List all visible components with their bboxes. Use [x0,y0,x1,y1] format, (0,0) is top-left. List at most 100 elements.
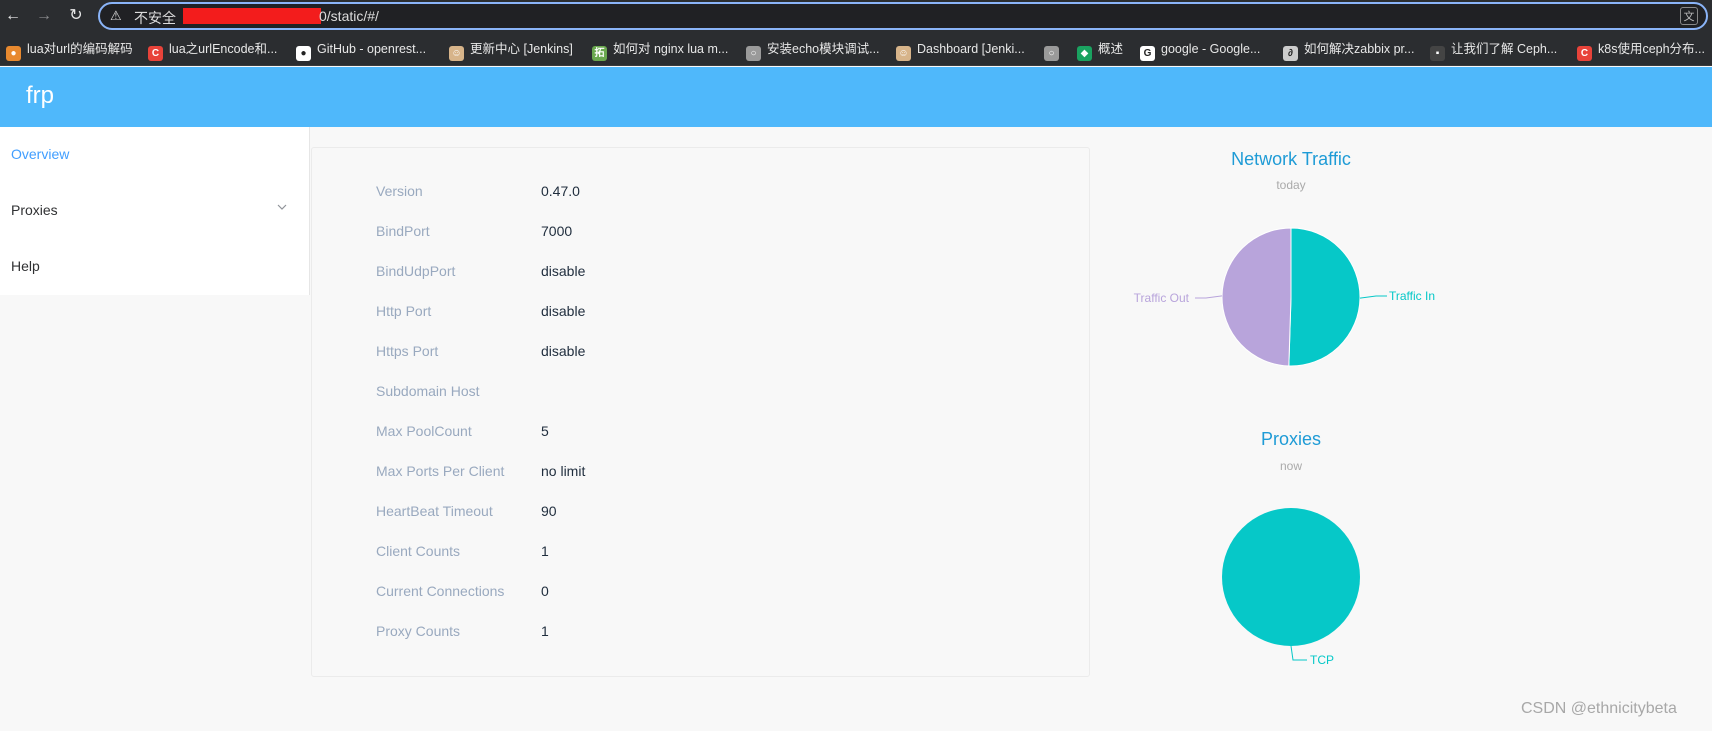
network-traffic-pie: Traffic In Traffic Out [1134,227,1435,367]
info-key: BindPort [376,223,430,239]
pie-slice[interactable] [1222,508,1360,646]
info-row: Client Counts 1 [312,533,1091,573]
pie-label-line [1359,295,1387,299]
bookmark-item[interactable]: ☺ 更新中心 [Jenkins] [449,40,573,61]
info-row: Http Port disable [312,293,1091,333]
info-row: HeartBeat Timeout 90 [312,493,1091,533]
info-row: Subdomain Host [312,373,1091,413]
info-key: Proxy Counts [376,623,461,639]
info-row: Current Connections 0 [312,573,1091,613]
bookmark-item[interactable]: ● GitHub - openrest... [296,40,427,61]
orange-swirl-icon: ● [6,46,21,61]
bookmark-label: 概述 [1098,42,1124,56]
info-key: Http Port [376,303,432,319]
bookmark-label: lua对url的编码解码 [27,42,133,56]
bookmark-item[interactable]: Ck8s使用ceph分布... [1577,40,1705,61]
sidebar-item-label: Help [11,258,40,274]
bookmark-label: 安装echo模块调试... [767,42,880,56]
info-key: BindUdpPort [376,263,456,279]
sidebar-item-overview[interactable]: Overview [0,127,310,183]
chart-subtitle: now [1279,459,1302,473]
info-key: Client Counts [376,543,461,559]
chevron-down-icon [277,204,287,210]
info-value: 7000 [541,223,573,239]
proxies-pie: TCP [1222,508,1360,667]
bookmark-item[interactable]: ∂ 如何解决zabbix pr... [1283,40,1415,61]
bookmark-item[interactable]: ▪ 让我们了解 Ceph... [1430,40,1558,61]
chart-title: Network Traffic [1231,149,1351,169]
server-info-panel: Version 0.47.0 BindPort 7000 BindUdpPort disa… [311,147,1090,677]
pie-label-line [1195,295,1223,299]
info-row: Https Port disable [312,333,1091,373]
info-value: no limit [541,463,586,479]
pie-slice[interactable] [1221,227,1292,367]
security-label: 不安全 [134,10,176,26]
bookmark-item[interactable]: ● lua对url的编码解码 [6,40,133,61]
sidebar-item-help[interactable]: Help [0,239,310,295]
bookmark-item[interactable]: ☺ Dashboard [Jenki... [896,40,1025,61]
watermark: CSDN @ethnicitybeta [1521,700,1677,717]
pie-label-line [1290,645,1307,661]
zabbix-icon: ∂ [1283,46,1298,61]
translate-icon[interactable]: 文 [1680,7,1698,25]
bookmark-item[interactable]: 拓如何对 nginx lua m... [592,40,729,61]
sidebar-item-label: Proxies [11,202,58,218]
csdn-icon: C [1577,46,1592,61]
bookmark-item[interactable]: ○ 安装echo模块调试... [746,40,880,61]
bookmark-label: google - Google... [1161,42,1261,56]
address-bar[interactable]: ⚠ 不安全 0/static/#/ 文 [98,2,1708,30]
info-value: disable [541,263,586,279]
sidebar-item-label: Overview [11,146,70,162]
info-value: 90 [541,503,557,519]
sidebar: Overview Proxies Help [0,127,310,295]
jenkins-icon: ☺ [449,46,464,61]
pie-label: TCP [1310,653,1334,667]
info-key: Version [376,183,423,199]
info-row: BindUdpPort disable [312,253,1091,293]
info-key: Https Port [376,343,439,359]
dark-icon: ▪ [1430,46,1445,61]
bookmark-item[interactable]: Ggoogle - Google... [1140,40,1261,61]
pie-label: Traffic In [1389,289,1435,303]
bookmark-item[interactable]: Clua之urlEncode和... [148,40,278,61]
info-key: Max PoolCount [376,423,472,439]
green-leaf-icon: ◆ [1077,46,1092,61]
browser-toolbar: ← → ↻ ⚠ 不安全 0/static/#/ 文 [0,0,1712,32]
info-key: Current Connections [376,583,505,599]
chart-title: Proxies [1260,429,1322,449]
info-key: HeartBeat Timeout [376,503,493,519]
google-icon: G [1140,46,1155,61]
bookmark-label: 如何解决zabbix pr... [1304,42,1415,56]
info-row: BindPort 7000 [312,213,1091,253]
forward-arrow-icon[interactable]: → [34,6,54,26]
github-icon: ● [296,46,311,61]
bookmark-label: GitHub - openrest... [317,42,427,56]
info-value: 1 [541,543,549,559]
green-square-icon: 拓 [592,46,607,61]
info-value: disable [541,303,586,319]
warning-triangle-icon: ⚠ [110,8,122,23]
bookmark-label: lua之urlEncode和... [169,42,278,56]
reload-icon[interactable]: ↻ [66,6,86,26]
info-row: Max Ports Per Client no limit [312,453,1091,493]
app-logo[interactable]: frp [26,81,54,111]
info-value: 0 [541,583,549,599]
globe-icon: ○ [1044,46,1059,61]
csdn-icon: C [148,46,163,61]
info-value: 5 [541,423,549,439]
back-arrow-icon[interactable]: ← [3,6,23,26]
bookmark-label: 如何对 nginx lua m... [613,42,729,56]
bookmark-label: 让我们了解 Ceph... [1451,42,1558,56]
info-value: 0.47.0 [541,183,580,199]
sidebar-item-proxies[interactable]: Proxies [0,183,310,239]
globe-icon: ○ [746,46,761,61]
bookmark-label: Dashboard [Jenki... [917,42,1025,56]
info-key: Max Ports Per Client [376,463,505,479]
jenkins-icon: ☺ [896,46,911,61]
bookmark-item[interactable]: ◆ 概述 [1077,40,1124,61]
pie-slice[interactable] [1288,227,1361,367]
info-row: Proxy Counts 1 [312,613,1091,653]
bookmark-item[interactable]: ○ [1044,40,1065,61]
bookmark-label: k8s使用ceph分布... [1598,42,1705,56]
url-text: 0/static/#/ [319,8,379,24]
